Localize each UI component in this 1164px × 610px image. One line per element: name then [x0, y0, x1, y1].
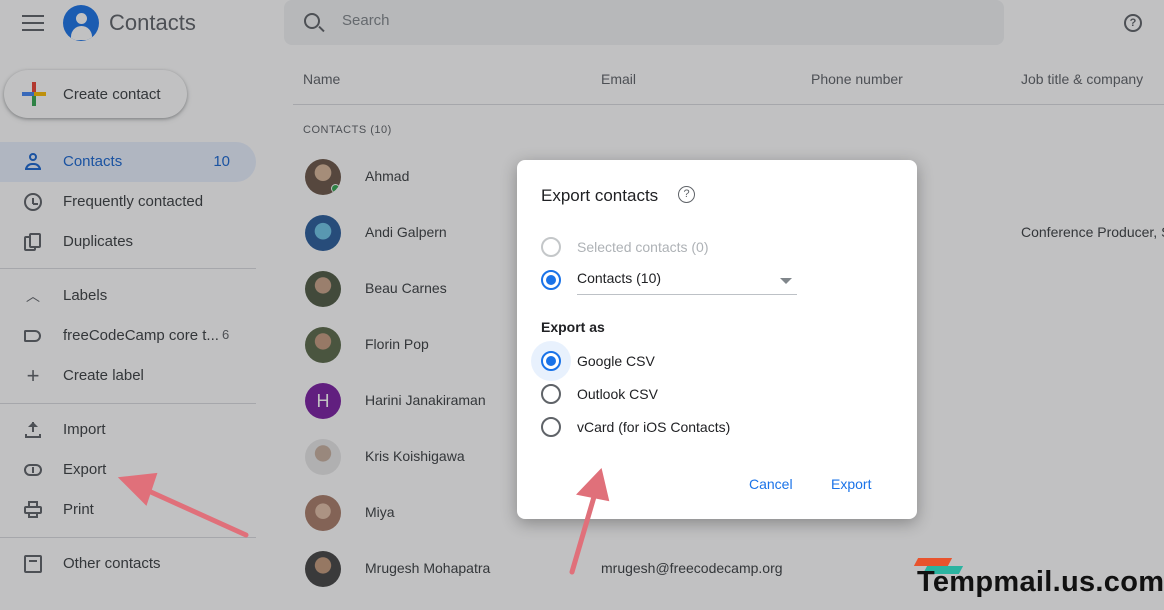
help-icon[interactable]: ?: [678, 186, 695, 203]
contacts-group-value: Contacts (10): [577, 270, 662, 286]
radio-google-csv[interactable]: [541, 351, 561, 371]
cancel-button[interactable]: Cancel: [749, 476, 793, 492]
radio-outlook-csv[interactable]: [541, 384, 561, 404]
export-contacts-dialog: Export contacts ? Selected contacts (0) …: [517, 160, 917, 519]
contacts-group-select[interactable]: Contacts (10): [577, 266, 797, 295]
dialog-title: Export contacts: [541, 186, 659, 205]
radio-label-google-csv: Google CSV: [577, 353, 655, 369]
dropdown-caret-icon: [780, 278, 792, 284]
export-button[interactable]: Export: [831, 476, 871, 492]
radio-label-vcard: vCard (for iOS Contacts): [577, 419, 731, 435]
radio-label-outlook-csv: Outlook CSV: [577, 386, 658, 402]
radio-contacts[interactable]: [541, 270, 561, 290]
radio-vcard[interactable]: [541, 417, 561, 437]
radio-selected-contacts[interactable]: [541, 237, 561, 257]
radio-label-selected-contacts: Selected contacts (0): [577, 239, 709, 255]
watermark-text: Tempmail.us.com: [917, 566, 1164, 598]
export-as-heading: Export as: [541, 319, 605, 335]
